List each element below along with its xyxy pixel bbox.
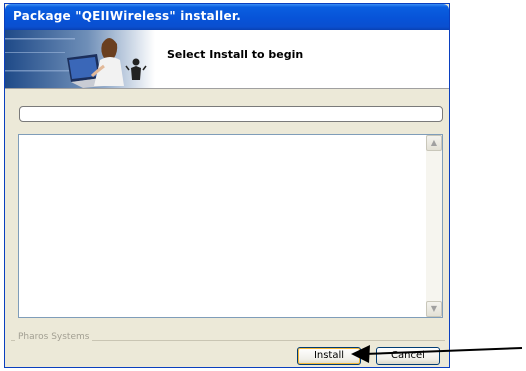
arrow-icon <box>351 345 523 363</box>
